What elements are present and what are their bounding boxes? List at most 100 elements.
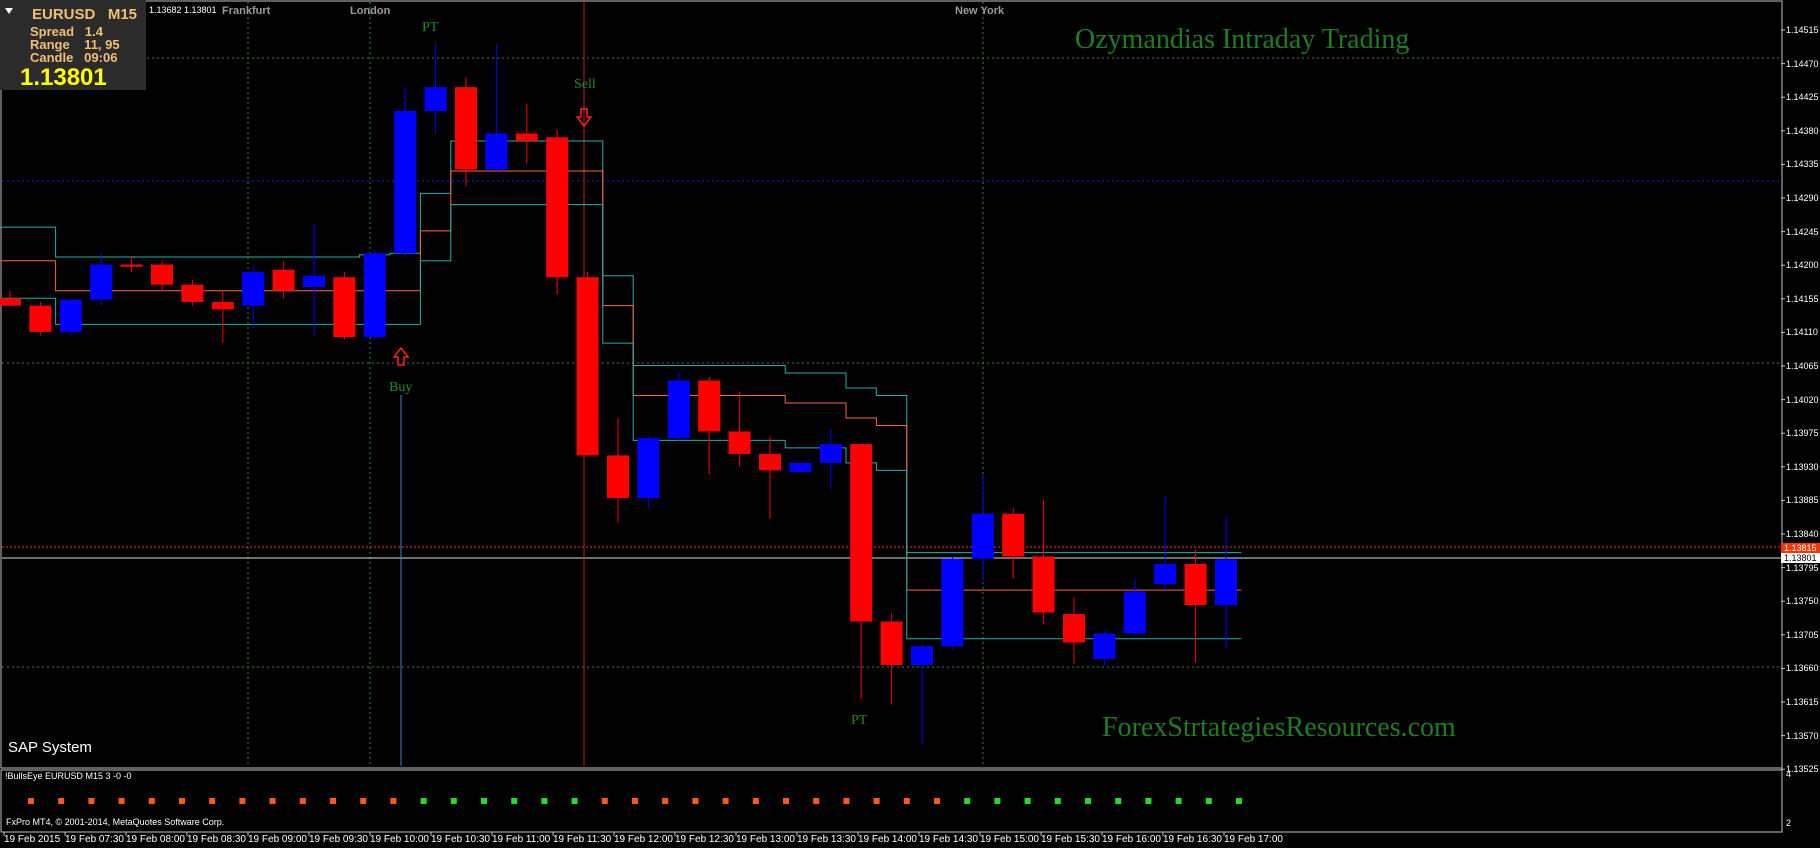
session-label-new-york: New York [955, 5, 1005, 17]
indicator-dot [571, 798, 578, 804]
copyright-text: FxPro MT4, © 2001-2014, MetaQuotes Softw… [6, 817, 225, 827]
indicator-label: !BullsEye EURUSD M15 3 -0 -0 [5, 771, 132, 781]
indicator-dot [632, 798, 638, 804]
indicator-dot [934, 798, 940, 804]
price-tick-label: 1.13615 [1786, 697, 1819, 707]
time-tick-label: 19 Feb 09:00 [248, 834, 307, 845]
time-tick-label: 19 Feb 07:30 [65, 834, 124, 845]
price-tick-label: 1.13840 [1786, 529, 1819, 539]
price-tick-label: 1.13930 [1786, 461, 1819, 472]
band-middle [0, 170, 1242, 591]
price-tick-label: 1.13570 [1786, 730, 1819, 741]
price-chart[interactable] [0, 0, 1820, 848]
indicator-dot [1054, 798, 1061, 804]
bullish-candle [1123, 591, 1146, 634]
indicator-dot [722, 798, 729, 804]
watermark-url: ForexStrtategiesResources.com [1102, 712, 1456, 743]
indicator-dot [58, 798, 65, 804]
price-tick-label: 1.13705 [1786, 629, 1819, 640]
indicator-dot [662, 798, 669, 804]
bearish-candle [1002, 513, 1025, 557]
bearish-candle [576, 277, 599, 456]
price-tick-label: 1.14470 [1786, 58, 1819, 69]
bullish-candle [303, 275, 325, 287]
bullish-candle [789, 462, 812, 472]
bearish-candle [880, 621, 903, 665]
price-tick-label: 1.14065 [1786, 361, 1819, 371]
bearish-candle [455, 87, 477, 170]
time-tick-label: 19 Feb 13:00 [736, 834, 795, 845]
bullish-candle [971, 513, 994, 559]
indicator-dot [994, 798, 1001, 804]
bullish-candle [394, 111, 417, 254]
time-tick-label: 19 Feb 10:30 [431, 834, 490, 845]
indicator-dot [390, 798, 397, 804]
time-tick-label: 19 Feb 10:00 [370, 834, 429, 845]
bearish-candle [728, 431, 751, 454]
indicator-dot [873, 798, 880, 804]
price-tick-label: 1.13660 [1786, 663, 1819, 674]
indicator-dot [783, 798, 789, 804]
time-tick-label: 19 Feb 16:00 [1102, 834, 1161, 845]
indicator-dot [692, 798, 699, 804]
time-tick-label: 19 Feb 16:30 [1163, 834, 1222, 845]
indicator-dot [179, 798, 185, 804]
indicator-dot [330, 798, 336, 804]
indicator-dot [1205, 798, 1212, 804]
price-tick-label: 1.13525 [1786, 764, 1819, 775]
price-tag-red: 1.13815 [1781, 543, 1820, 553]
time-tick-label: 19 Feb 17:00 [1224, 834, 1283, 845]
time-tick-label: 19 Feb 15:30 [1041, 834, 1100, 845]
indicator-dot [813, 798, 820, 804]
indicator-dot [148, 798, 155, 804]
indicator-dot [481, 798, 487, 804]
bullish-candle [59, 299, 82, 332]
bearish-candle [0, 298, 21, 306]
profit-target-bottom-label: PT [851, 713, 868, 728]
indicator-dot [1236, 798, 1242, 804]
time-tick-label: 19 Feb 12:00 [614, 834, 673, 845]
time-tick-label: 19 Feb 15:00 [980, 834, 1039, 845]
bearish-candle [151, 264, 173, 285]
bearish-candle [698, 380, 721, 432]
indicator-dot [1024, 798, 1031, 804]
time-tick-label: 19 Feb 13:30 [797, 834, 856, 845]
indicator-dot [360, 798, 367, 804]
indicator-dot [1085, 798, 1091, 804]
indicator-dot [420, 798, 427, 804]
time-tick-label: 19 Feb 11:00 [492, 834, 551, 845]
bullish-candle [242, 272, 265, 306]
bearish-candle [29, 305, 52, 332]
price-tick-label: 1.13975 [1786, 428, 1819, 439]
price-tick-label: 1.14425 [1786, 92, 1819, 103]
price-tick-label: 1.14110 [1786, 327, 1818, 338]
symbol-timeframe: EURUSD M15 [32, 6, 138, 23]
ohlc-readout: 1.13682 1.13801 [149, 5, 217, 15]
bearish-candle [515, 133, 538, 142]
indicator-dot [118, 798, 125, 804]
indicator-scale-bottom: 2 [1786, 818, 1792, 828]
bullish-candle [941, 558, 964, 647]
bearish-candle [1184, 563, 1207, 606]
collapse-triangle-icon[interactable] [5, 8, 13, 14]
bearish-candle [333, 277, 356, 338]
price-tick-label: 1.13795 [1786, 562, 1819, 573]
bearish-candle [120, 264, 143, 267]
symbol-info-panel: EURUSD M15 Spread 1.4 Range 11, 95 Candl… [0, 0, 146, 91]
current-price: 1.13801 [20, 64, 107, 91]
sell-signal-label: Sell [574, 77, 596, 92]
indicator-dot [269, 798, 276, 804]
bullish-candle [1215, 559, 1237, 606]
bearish-candle [272, 269, 295, 291]
bullish-candle [667, 380, 690, 439]
price-tick-label: 1.13885 [1786, 495, 1819, 506]
bullish-candle [1154, 563, 1177, 585]
buy-signal-label: Buy [389, 380, 413, 395]
time-tick-label: 19 Feb 09:30 [309, 834, 368, 845]
bearish-candle [546, 137, 569, 278]
price-tick-label: 1.14290 [1786, 193, 1819, 203]
time-tick-label: 19 Feb 12:30 [675, 834, 734, 845]
indicator-dot [209, 798, 216, 804]
indicator-dot [450, 798, 457, 804]
chart-title: Ozymandias Intraday Trading [1075, 24, 1410, 55]
